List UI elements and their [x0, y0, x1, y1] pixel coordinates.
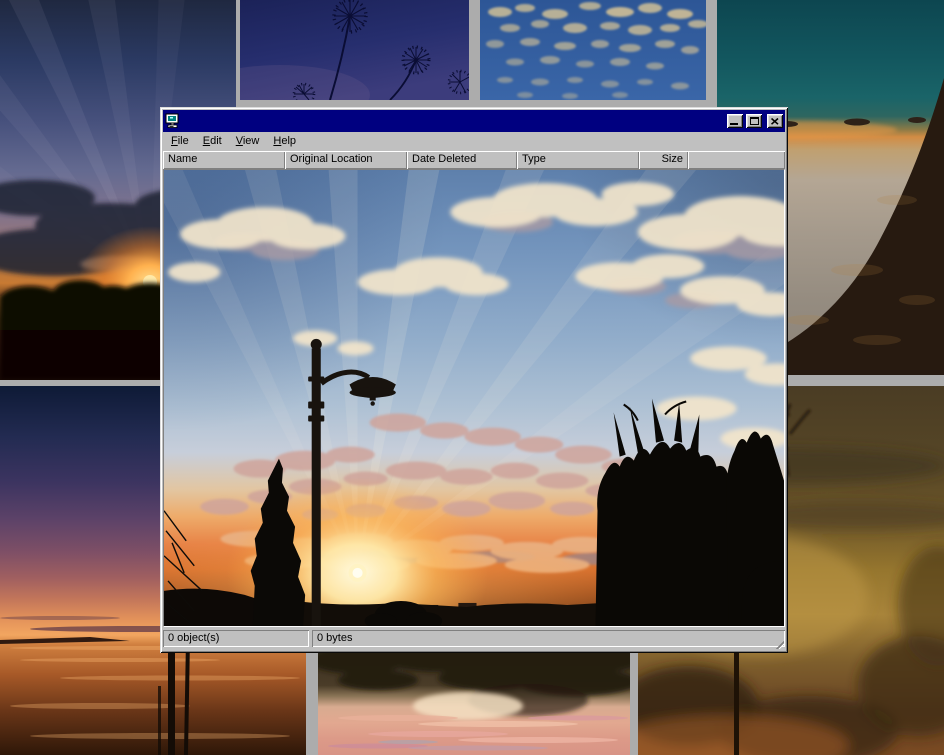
wallpaper-tile-umbel-flowers [240, 0, 469, 100]
menu-file[interactable]: File [164, 133, 196, 150]
column-header-name[interactable]: Name [163, 151, 285, 169]
status-byte-count: 0 bytes [312, 630, 785, 647]
application-window-icon[interactable] [165, 113, 181, 129]
pole-silhouette [734, 650, 739, 755]
status-bar: 0 object(s) 0 bytes [163, 627, 785, 650]
title-bar[interactable] [163, 110, 785, 132]
column-header-original-location[interactable]: Original Location [285, 151, 407, 169]
blue-sky-clouds-photo [480, 0, 706, 100]
close-button[interactable] [767, 114, 783, 128]
menu-edit[interactable]: Edit [196, 133, 229, 150]
column-header-row: Name Original Location Date Deleted Type… [163, 151, 785, 169]
pink-reflection-photo [318, 648, 630, 755]
maximize-icon [750, 117, 759, 125]
wallpaper-tile-blue-sky-clouds [480, 0, 706, 100]
minimize-icon [730, 123, 738, 125]
column-header-date-deleted[interactable]: Date Deleted [407, 151, 517, 169]
column-header-filler [688, 151, 785, 169]
recycle-bin-window: File Edit View Help Name Original Locati… [160, 107, 788, 653]
column-header-type[interactable]: Type [517, 151, 639, 169]
file-list-viewport[interactable] [163, 169, 785, 627]
menu-help[interactable]: Help [266, 133, 303, 150]
status-object-count: 0 object(s) [163, 630, 309, 647]
wallpaper-tile-pink-reflection [318, 648, 630, 755]
close-icon [771, 118, 779, 125]
umbel-flowers-photo [240, 0, 469, 100]
minimize-button[interactable] [727, 114, 743, 128]
menu-bar: File Edit View Help [163, 132, 785, 151]
desktop: { "window": { "title": "", "menu": ["Fil… [0, 0, 944, 755]
menu-view[interactable]: View [229, 133, 267, 150]
maximize-button[interactable] [746, 114, 762, 128]
column-header-size[interactable]: Size [639, 151, 688, 169]
photo-sunset-streetlamp [164, 170, 784, 626]
